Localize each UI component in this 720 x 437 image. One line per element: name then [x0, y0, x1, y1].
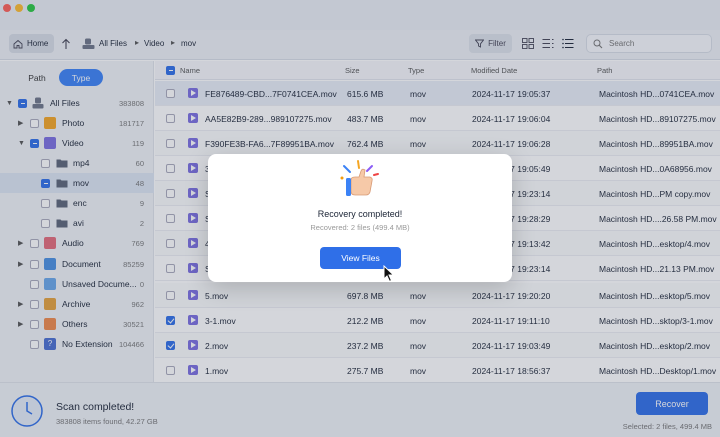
dialog-subtitle: Recovered: 2 files (499.4 MB)	[310, 223, 410, 232]
recovery-complete-dialog: Recovery completed! Recovered: 2 files (…	[208, 154, 512, 282]
mouse-cursor-icon	[383, 265, 395, 283]
dialog-title: Recovery completed!	[317, 209, 403, 219]
thumbs-up-celebration-icon	[340, 160, 379, 196]
